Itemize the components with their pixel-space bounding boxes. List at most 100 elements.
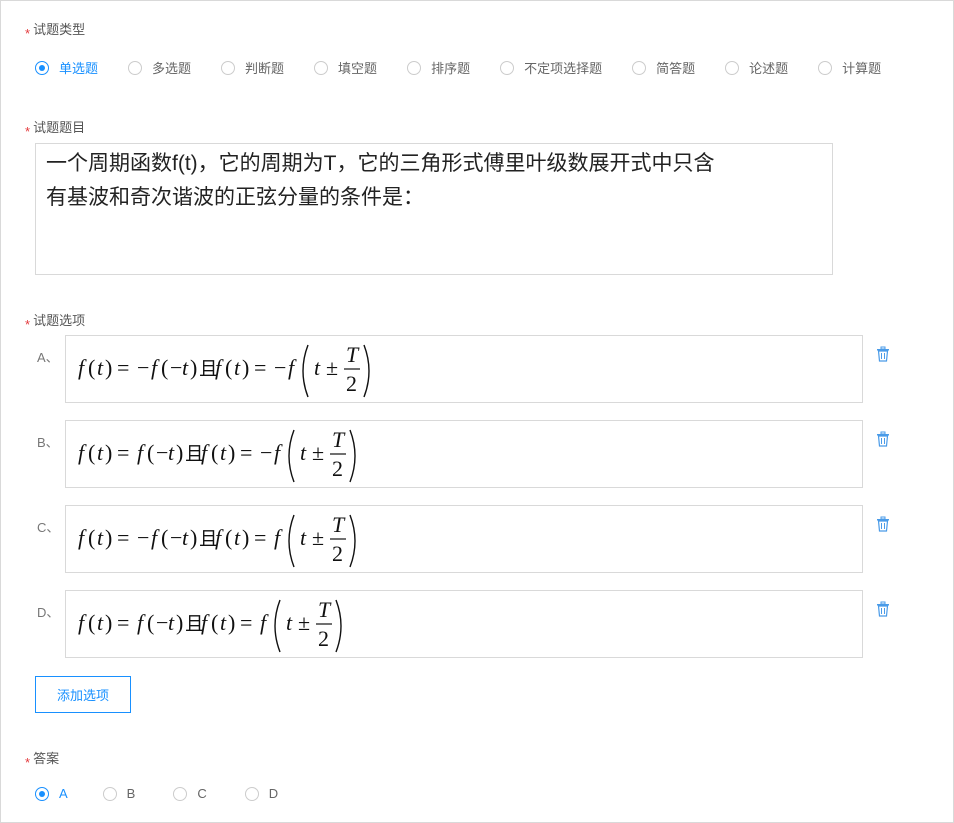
svg-text:±: ± <box>312 525 324 550</box>
answer-option-0[interactable]: A <box>35 786 68 801</box>
svg-text:): ) <box>105 525 112 550</box>
radio-circle[interactable] <box>632 60 647 75</box>
radio-label: 多选题 <box>152 61 192 76</box>
svg-text:f: f <box>151 525 160 550</box>
required-star: * <box>25 317 31 332</box>
question-type-option-8[interactable]: 计算题 <box>818 58 881 77</box>
radio-circle[interactable] <box>500 60 515 75</box>
svg-text:t: t <box>300 440 307 465</box>
radio-circle[interactable] <box>725 60 740 75</box>
radio-label: 简答题 <box>656 61 696 76</box>
trash-icon[interactable] <box>876 431 890 447</box>
add-option-button[interactable]: 添加选项 <box>35 676 131 713</box>
question-type-option-1[interactable]: 多选题 <box>128 58 191 77</box>
svg-text:f: f <box>78 440 87 465</box>
trash-icon[interactable] <box>876 346 890 362</box>
option-editor[interactable]: f(t) = − f(− t) 且 f(t) = f t ± T 2 <box>65 505 863 573</box>
svg-text:−: − <box>274 355 286 380</box>
option-editor[interactable]: f(t) = f(− t) 且 f(t) = f t ± T 2 <box>65 590 863 658</box>
option-letter: D、 <box>37 605 60 620</box>
required-star: * <box>25 755 31 770</box>
radio-circle[interactable] <box>128 60 143 75</box>
svg-text:f: f <box>274 440 283 465</box>
radio-circle[interactable] <box>407 60 422 75</box>
svg-text:f: f <box>137 440 146 465</box>
svg-text:): ) <box>105 355 112 380</box>
svg-text:−: − <box>137 525 149 550</box>
svg-text:f: f <box>78 525 87 550</box>
svg-text:f: f <box>274 525 283 550</box>
radio-circle[interactable] <box>173 786 188 801</box>
question-stem-editor[interactable]: 一个周期函数f(t)，它的周期为T，它的三角形式傅里叶级数展开式中只含 有基波和… <box>35 143 833 275</box>
radio-label: 判断题 <box>245 61 285 76</box>
svg-text:=: = <box>117 355 129 380</box>
radio-label: 填空题 <box>338 61 378 76</box>
option-editor[interactable]: f(t) = f(− t) 且 f(t) = − f t ± T 2 <box>65 420 863 488</box>
answer-option-2[interactable]: C <box>173 786 207 801</box>
svg-text:t: t <box>97 355 104 380</box>
svg-text:=: = <box>254 355 266 380</box>
svg-text:t: t <box>182 355 189 380</box>
answer-option-3[interactable]: D <box>244 786 279 801</box>
svg-text:(: ( <box>147 440 154 465</box>
svg-text:t: t <box>314 355 321 380</box>
option-editor[interactable]: f(t) = − f(− t) 且 f(t) = − f t ± T 2 <box>65 335 863 403</box>
svg-text:±: ± <box>326 355 338 380</box>
svg-text:=: = <box>117 440 129 465</box>
svg-text:2: 2 <box>318 626 329 651</box>
question-type-option-5[interactable]: 不定项选择题 <box>500 58 602 77</box>
svg-text:f: f <box>215 525 224 550</box>
svg-text:f: f <box>260 610 269 635</box>
trash-icon[interactable] <box>876 601 890 617</box>
svg-text:T: T <box>332 512 346 537</box>
radio-label: 计算题 <box>842 61 882 76</box>
svg-text:): ) <box>190 525 197 550</box>
svg-text:f: f <box>215 355 224 380</box>
answer-option-1[interactable]: B <box>102 786 136 801</box>
svg-text:f: f <box>288 355 297 380</box>
svg-text:T: T <box>332 427 346 452</box>
svg-text:t: t <box>234 525 241 550</box>
radio-label: B <box>126 786 136 801</box>
svg-text:=: = <box>117 525 129 550</box>
svg-text:): ) <box>176 440 183 465</box>
radio-circle[interactable] <box>35 786 49 801</box>
svg-text:(: ( <box>88 440 95 465</box>
radio-circle[interactable] <box>221 60 236 75</box>
svg-text:±: ± <box>312 440 324 465</box>
question-type-option-3[interactable]: 填空题 <box>314 58 377 77</box>
question-type-option-4[interactable]: 排序题 <box>407 58 470 77</box>
option-formula: f(t) = − f(− t) 且f(t) = f t ±T2 <box>78 512 356 568</box>
radio-circle[interactable] <box>818 60 833 75</box>
question-stem-line-2: 有基波和奇次谐波的正弦分量的条件是： <box>46 186 424 209</box>
svg-text:−: − <box>156 440 168 465</box>
svg-text:(: ( <box>161 525 168 550</box>
radio-circle[interactable] <box>314 60 329 75</box>
question-type-option-6[interactable]: 简答题 <box>632 58 695 77</box>
radio-circle[interactable] <box>244 786 259 801</box>
radio-circle[interactable] <box>35 60 49 75</box>
question-type-radio-group: 单选题 多选题 判断题 填空题 排序题 不定项选择题 简答题 论述题 计算题 <box>35 58 881 77</box>
answer-label: * 答案 <box>25 751 60 770</box>
svg-text:t: t <box>234 355 241 380</box>
radio-label: A <box>59 786 68 801</box>
svg-text:(: ( <box>225 525 232 550</box>
radio-label: 不定项选择题 <box>524 61 603 76</box>
svg-text:): ) <box>105 610 112 635</box>
required-star: * <box>25 26 31 41</box>
radio-circle[interactable] <box>102 786 117 801</box>
question-type-option-0[interactable]: 单选题 <box>35 58 98 77</box>
question-type-option-2[interactable]: 判断题 <box>221 58 284 77</box>
svg-text:=: = <box>240 610 252 635</box>
svg-text:f: f <box>78 355 87 380</box>
svg-text:T: T <box>346 342 360 367</box>
option-formula: f(t) = f(− t) 且f(t) = f t ±T2 <box>78 597 342 653</box>
svg-text:(: ( <box>147 610 154 635</box>
radio-label: C <box>197 786 207 801</box>
svg-text:T: T <box>318 597 332 622</box>
trash-icon[interactable] <box>876 516 890 532</box>
svg-text:(: ( <box>88 355 95 380</box>
question-type-option-7[interactable]: 论述题 <box>725 58 788 77</box>
radio-label: D <box>268 786 279 801</box>
svg-text:t: t <box>168 440 175 465</box>
